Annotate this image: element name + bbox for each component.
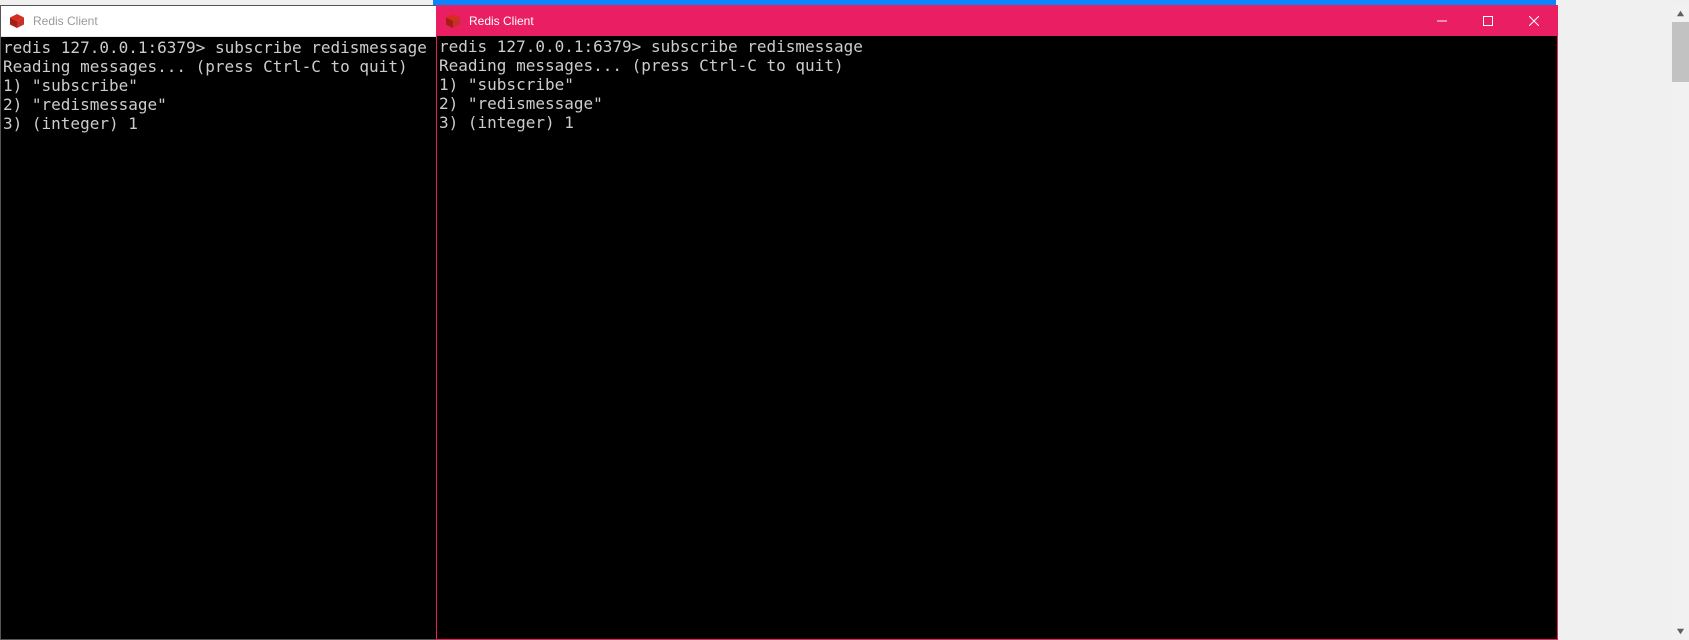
terminal-line: 2) "redismessage" <box>439 94 1555 113</box>
minimize-button[interactable] <box>1419 6 1465 36</box>
window-controls <box>1419 6 1557 36</box>
terminal-line: 1) "subscribe" <box>439 75 1555 94</box>
terminal-prompt: redis 127.0.0.1:6379> <box>3 38 205 57</box>
terminal-prompt: redis 127.0.0.1:6379> <box>439 37 641 56</box>
titlebar-left[interactable]: Redis Client <box>1 6 436 37</box>
scrollbar-thumb[interactable] <box>1672 22 1689 82</box>
terminal-line: 3) (integer) 1 <box>3 114 434 133</box>
terminal-line: 1) "subscribe" <box>3 76 434 95</box>
window-title: Redis Client <box>469 6 534 36</box>
terminal-line: redis 127.0.0.1:6379> subscribe redismes… <box>3 38 434 57</box>
terminal-left[interactable]: redis 127.0.0.1:6379> subscribe redismes… <box>1 37 436 639</box>
scrollbar-down-button[interactable] <box>1672 623 1689 640</box>
terminal-command: subscribe redismessage <box>215 38 427 57</box>
terminal-right[interactable]: redis 127.0.0.1:6379> subscribe redismes… <box>437 36 1557 639</box>
terminal-line: redis 127.0.0.1:6379> subscribe redismes… <box>439 37 1555 56</box>
terminal-line: Reading messages... (press Ctrl-C to qui… <box>439 56 1555 75</box>
titlebar-right[interactable]: Redis Client <box>437 6 1557 36</box>
terminal-line: 2) "redismessage" <box>3 95 434 114</box>
redis-cube-icon <box>9 13 25 29</box>
close-button[interactable] <box>1511 6 1557 36</box>
window-title: Redis Client <box>33 6 98 36</box>
terminal-line: Reading messages... (press Ctrl-C to qui… <box>3 57 434 76</box>
outer-scrollbar[interactable] <box>1672 5 1689 640</box>
scrollbar-up-button[interactable] <box>1672 5 1689 22</box>
terminal-command: subscribe redismessage <box>651 37 863 56</box>
desktop: Redis Client redis 127.0.0.1:6379> subsc… <box>0 0 1689 640</box>
redis-client-window-right: Redis Client redis 127.0.0.1:6379> subsc… <box>436 5 1558 640</box>
terminal-line: 3) (integer) 1 <box>439 113 1555 132</box>
scrollbar-track[interactable] <box>1672 22 1689 623</box>
redis-cube-icon <box>445 13 461 29</box>
maximize-button[interactable] <box>1465 6 1511 36</box>
redis-client-window-left: Redis Client redis 127.0.0.1:6379> subsc… <box>0 5 437 640</box>
